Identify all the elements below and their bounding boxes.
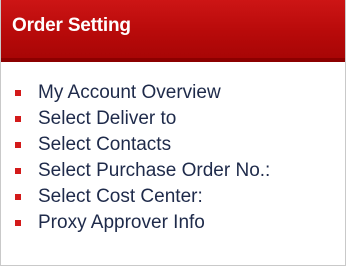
menu-item-select-deliver-to[interactable]: Select Deliver to	[15, 106, 345, 132]
menu-item-my-account-overview[interactable]: My Account Overview	[15, 80, 345, 106]
bullet-icon	[15, 194, 21, 200]
menu-item-label[interactable]: Select Contacts	[38, 134, 171, 156]
bullet-icon	[15, 168, 21, 174]
menu-item-select-purchase-order-no[interactable]: Select Purchase Order No.:	[15, 158, 345, 184]
bullet-icon	[15, 116, 21, 122]
bullet-icon	[15, 142, 21, 148]
panel-header: Order Setting	[1, 0, 345, 62]
panel-title: Order Setting	[12, 15, 131, 36]
menu-item-label[interactable]: Select Deliver to	[38, 108, 176, 130]
bullet-icon	[15, 90, 21, 96]
menu-item-select-contacts[interactable]: Select Contacts	[15, 132, 345, 158]
menu-item-label[interactable]: My Account Overview	[38, 82, 221, 104]
menu-item-select-cost-center[interactable]: Select Cost Center:	[15, 184, 345, 210]
menu-item-proxy-approver-info[interactable]: Proxy Approver Info	[15, 210, 345, 236]
menu-item-label[interactable]: Select Cost Center:	[38, 186, 203, 208]
bullet-icon	[15, 220, 21, 226]
order-setting-menu: My Account Overview Select Deliver to Se…	[1, 62, 345, 236]
menu-item-label[interactable]: Select Purchase Order No.:	[38, 160, 270, 182]
menu-item-label[interactable]: Proxy Approver Info	[38, 212, 205, 234]
order-setting-panel: Order Setting My Account Overview Select…	[0, 0, 346, 266]
